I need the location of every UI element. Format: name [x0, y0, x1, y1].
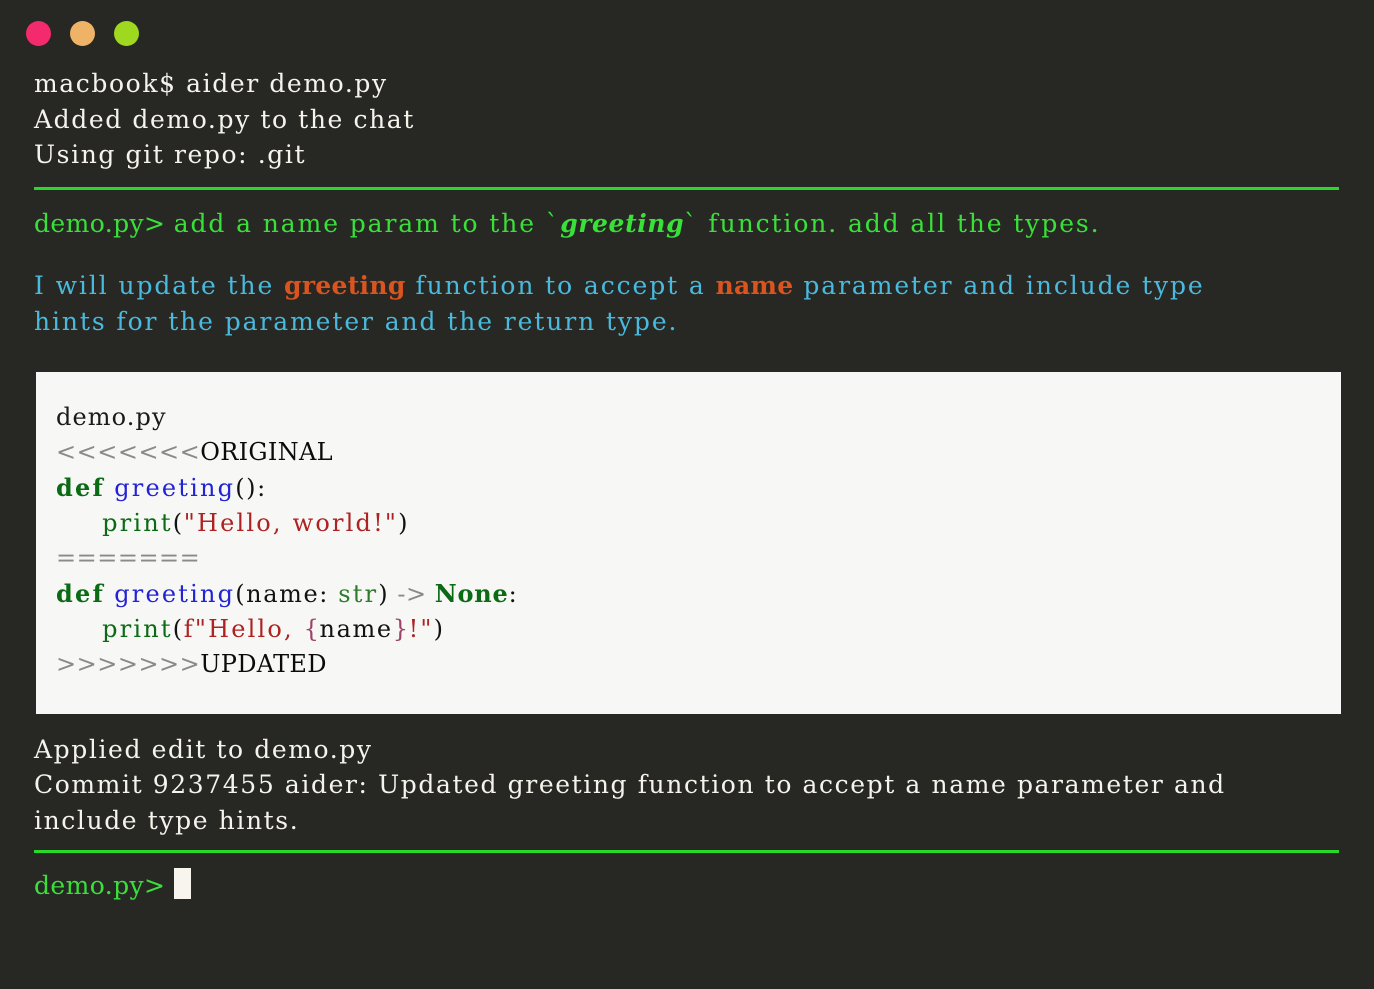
call-print-2: print	[102, 614, 173, 643]
call-print: print	[102, 508, 173, 537]
indent-2	[56, 615, 102, 643]
conflict-separator: =======	[56, 543, 201, 572]
prompt-prefix: demo.py>	[34, 208, 174, 238]
code-marker-original-line: <<<<<<<ORIGINAL	[56, 435, 1341, 470]
conflict-label-original: ORIGINAL	[200, 437, 333, 466]
space-2	[105, 580, 114, 608]
type-str: str	[338, 579, 379, 608]
code-line-updated-def: def greeting(name: str) -> None:	[56, 576, 1341, 612]
brace-close: }	[392, 614, 409, 643]
paren-close-2: )	[378, 579, 390, 608]
final-prompt-prefix: demo.py>	[34, 871, 166, 900]
shell-line-git-repo: Using git repo: .git	[34, 140, 307, 169]
conflict-label-updated: UPDATED	[200, 649, 327, 678]
code-line-original-print: print("Hello, world!")	[56, 506, 1341, 541]
prompt-text-before: add a name param to the `	[173, 208, 561, 238]
return-arrow: ->	[389, 579, 435, 608]
divider-top	[34, 186, 1339, 190]
prompt-emphasis-greeting: greeting	[560, 208, 685, 238]
code-line-updated-print: print(f"Hello, {name}!")	[56, 612, 1341, 647]
conflict-marker-original: <<<<<<<	[56, 437, 201, 466]
assistant-reply: I will update the greeting function to a…	[34, 268, 1340, 340]
space-1	[105, 474, 114, 502]
code-diff-block: demo.py <<<<<<<ORIGINAL def greeting(): …	[36, 371, 1341, 714]
result-line-applied: Applied edit to demo.py	[34, 734, 373, 764]
paren-open-2: (	[235, 579, 247, 608]
signature-empty: ():	[235, 473, 267, 502]
conflict-marker-updated: >>>>>>>	[56, 649, 201, 678]
keyword-def: def	[56, 472, 105, 502]
paren-close-3: )	[433, 614, 445, 643]
type-none: None	[434, 578, 509, 608]
user-prompt-line: demo.py> add a name param to the `greeti…	[34, 206, 1340, 242]
window-titlebar	[0, 0, 1374, 66]
text-cursor[interactable]	[174, 868, 192, 899]
code-filename-line: demo.py	[56, 400, 1341, 435]
maximize-button[interactable]	[114, 20, 139, 46]
string-hello-world: "Hello, world!"	[183, 508, 399, 537]
reply-highlight-name: name	[715, 270, 794, 300]
final-prompt-line[interactable]: demo.py>	[34, 868, 1340, 904]
terminal-content: macbook$ aider demo.py Added demo.py to …	[0, 66, 1374, 904]
terminal-window: macbook$ aider demo.py Added demo.py to …	[0, 0, 1374, 989]
shell-line-command: macbook$ aider demo.py	[34, 69, 388, 98]
colon-1: :	[508, 579, 519, 608]
fstring-part-b: !"	[408, 614, 434, 643]
param-name: name:	[246, 579, 339, 608]
divider-bottom	[34, 850, 1339, 853]
paren-open-3: (	[172, 614, 184, 643]
fstring-var-name: name	[319, 614, 393, 643]
minimize-button[interactable]	[70, 20, 95, 46]
code-filename: demo.py	[56, 402, 167, 431]
close-button[interactable]	[26, 20, 51, 46]
function-name-greeting: greeting	[114, 473, 236, 502]
result-line-commit: Commit 9237455 aider: Updated greeting f…	[34, 770, 1226, 835]
traffic-light-group	[26, 20, 139, 46]
code-line-original-def: def greeting():	[56, 470, 1341, 506]
reply-segment-1: I will update the	[34, 270, 285, 300]
fstring-part-a: f"Hello,	[183, 614, 304, 643]
function-name-greeting-2: greeting	[114, 579, 236, 608]
reply-highlight-greeting: greeting	[284, 270, 406, 300]
prompt-text-after: ` function. add all the types.	[684, 208, 1101, 238]
code-separator-line: =======	[56, 541, 1341, 576]
shell-line-added-file: Added demo.py to the chat	[34, 104, 415, 134]
paren-close-1: )	[398, 508, 410, 537]
reply-segment-2: function to accept a	[405, 270, 716, 300]
keyword-def-2: def	[56, 578, 105, 608]
code-marker-updated-line: >>>>>>>UPDATED	[56, 647, 1341, 682]
paren-open-1: (	[172, 508, 184, 537]
brace-open: {	[303, 614, 320, 643]
indent-1	[56, 509, 102, 537]
